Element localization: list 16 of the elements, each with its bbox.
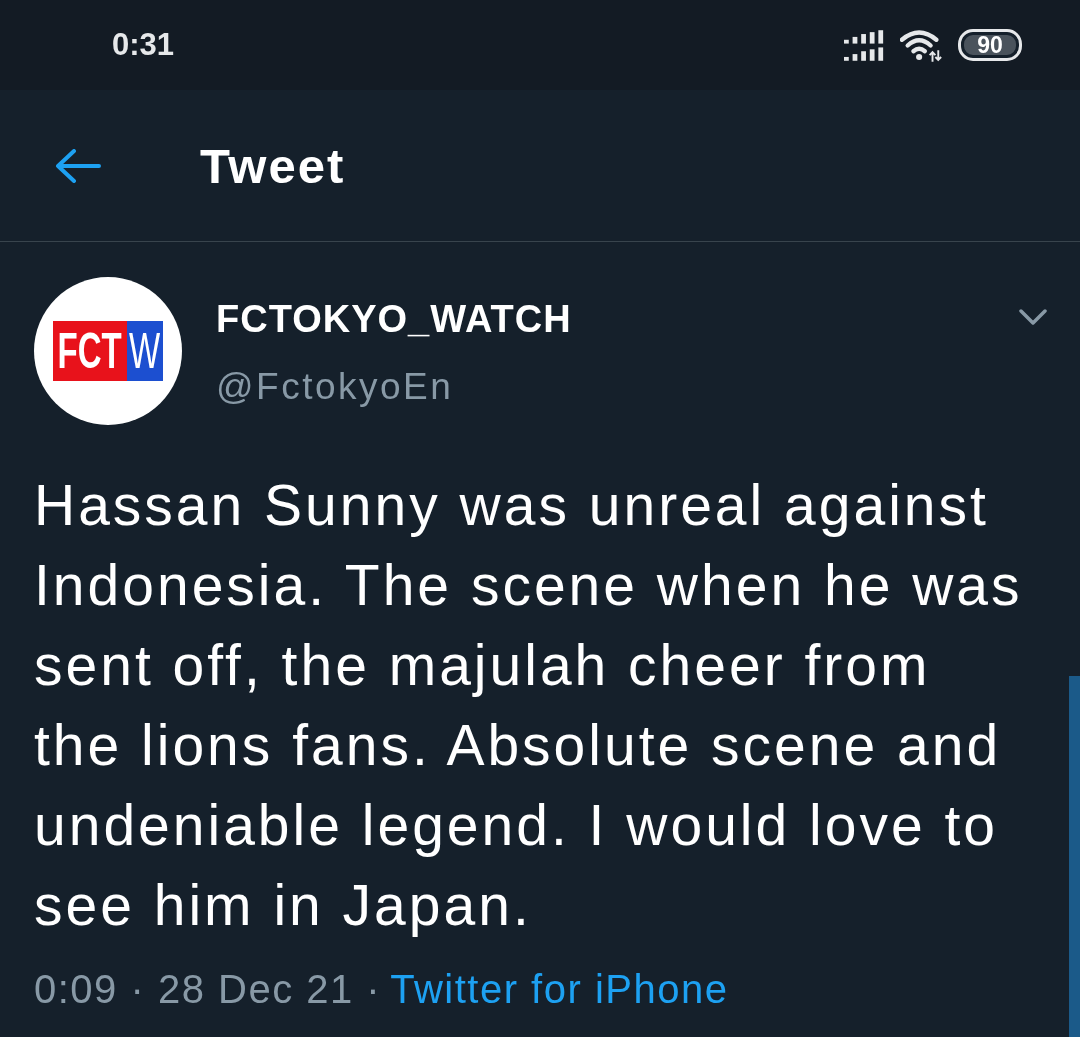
tweet-text: Hassan Sunny was unreal against Indonesia. The scene when he was sent off, the majulah cheer from the lions fans. Absolute scene and undeniable legend. I would love to see him in Japan. [34, 472, 1024, 939]
battery-indicator: 90 [958, 29, 1022, 61]
status-time: 0:31 [112, 27, 175, 63]
logo-text: W [127, 321, 163, 381]
chevron-down-icon[interactable] [1019, 309, 1047, 326]
logo-text: FCT [53, 321, 127, 381]
signal-icon [844, 29, 886, 61]
source-link[interactable]: Twitter for iPhone [390, 967, 729, 1012]
wifi-icon [900, 28, 944, 62]
author-name[interactable]: FCTOKYO_WATCH [216, 295, 572, 343]
author-handle[interactable]: @FctokyoEn [216, 363, 572, 411]
tweet-timestamp: 0:09 · 28 Dec 21 · [34, 967, 382, 1012]
page-title: Tweet [200, 137, 346, 194]
scroll-bar[interactable] [1069, 676, 1080, 1037]
avatar[interactable]: FCTW [34, 277, 182, 425]
back-arrow-icon[interactable] [55, 148, 101, 183]
